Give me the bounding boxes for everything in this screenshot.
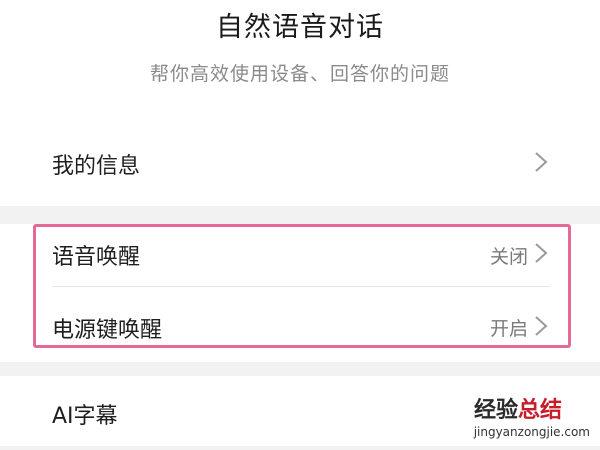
watermark-title-accent: 总结 [517, 398, 562, 423]
voice-wake-row[interactable]: 语音唤醒 关闭 [0, 224, 600, 286]
chevron-right-icon [535, 316, 548, 336]
voice-assistant-settings-screen: 自然语音对话 帮你高效使用设备、回答你的问题 我的信息 语音唤醒 关闭 电源键唤… [0, 0, 600, 450]
chevron-right-icon [535, 243, 548, 263]
voice-wake-status: 关闭 [489, 246, 528, 268]
watermark-title: 经验总结 [474, 392, 562, 424]
watermark-url: jingyanzongjie.com [473, 425, 590, 439]
page-subtitle: 帮你高效使用设备、回答你的问题 [149, 63, 450, 85]
my-info-label: 我的信息 [52, 154, 141, 179]
power-key-wake-row[interactable]: 电源键唤醒 开启 [0, 287, 600, 348]
page-title: 自然语音对话 [216, 12, 384, 43]
power-key-wake-status: 开启 [489, 318, 528, 340]
bottom-gap [0, 446, 600, 450]
voice-wake-label: 语音唤醒 [52, 245, 141, 270]
section-gap [0, 206, 600, 224]
watermark-title-prefix: 经验 [473, 398, 518, 423]
section-gap [0, 362, 600, 376]
power-key-wake-label: 电源键唤醒 [52, 318, 163, 343]
page-header: 自然语音对话 帮你高效使用设备、回答你的问题 [0, 0, 600, 118]
watermark-logo: 经验总结 jingyanzongjie.com [440, 392, 590, 446]
my-info-row[interactable]: 我的信息 [0, 118, 600, 206]
ai-caption-label: AI字幕 [52, 404, 118, 429]
chevron-right-icon [535, 152, 548, 172]
